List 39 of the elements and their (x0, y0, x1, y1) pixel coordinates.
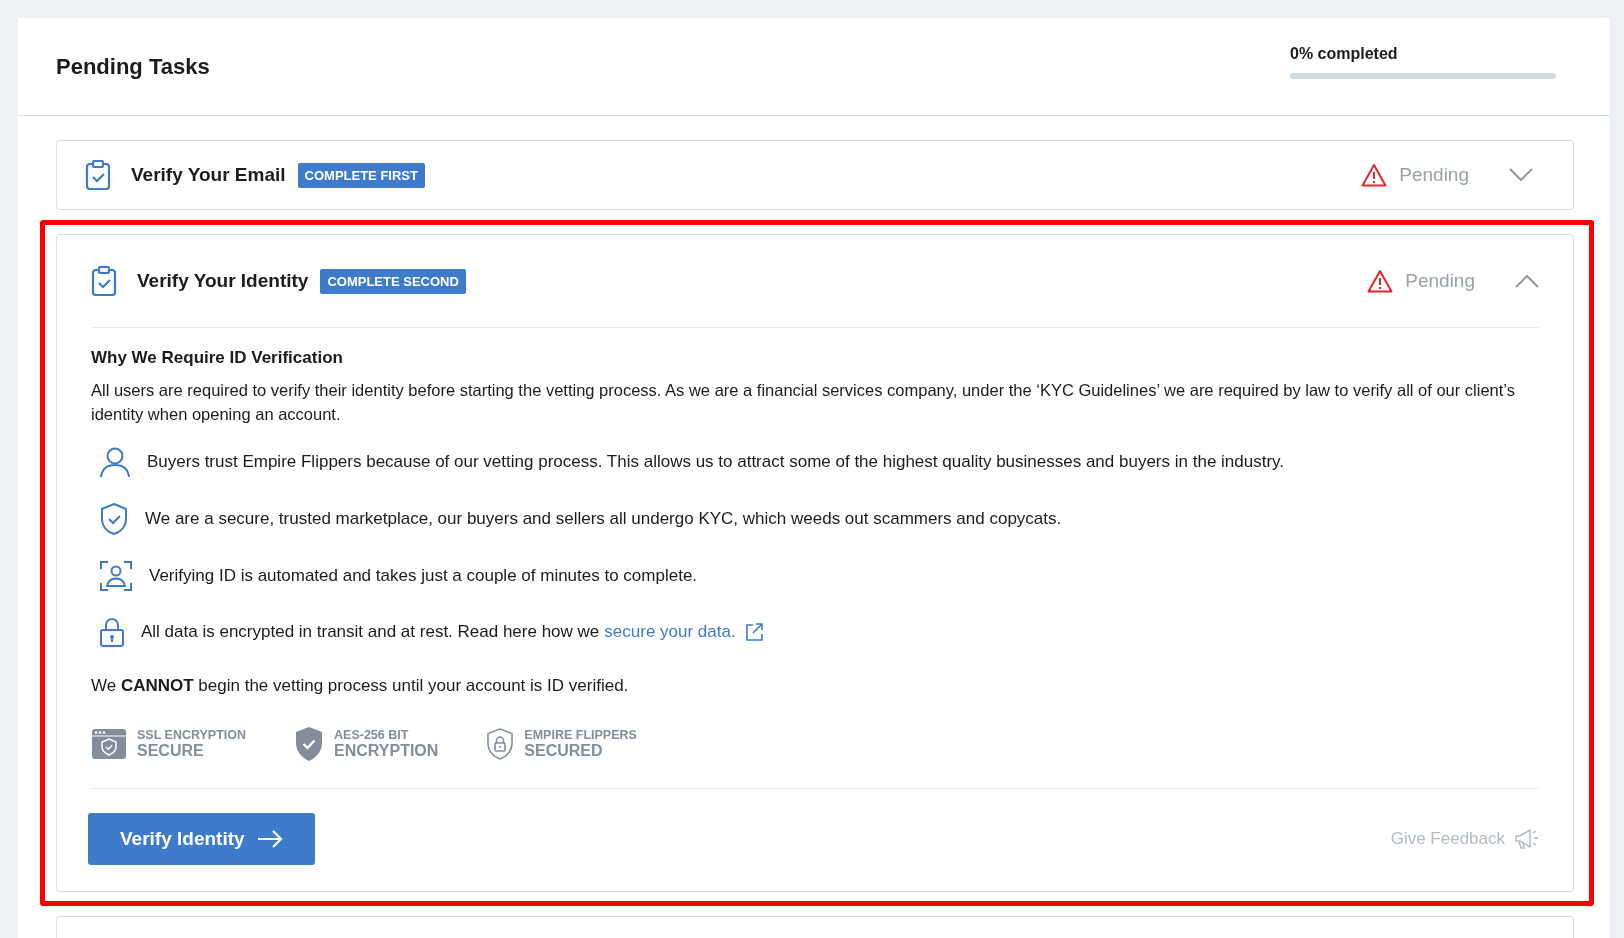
seal-title: ENCRYPTION (334, 742, 439, 760)
clipboard-check-icon (85, 160, 111, 190)
megaphone-icon (1513, 827, 1539, 851)
arrow-right-icon (256, 830, 283, 848)
task-badge: COMPLETE SECOND (320, 268, 466, 294)
point-text: We are a secure, trusted marketplace, our buyers and sellers all undergo KYC, which weeds out scammers and copycats. (145, 509, 1062, 529)
padlock-icon (99, 616, 125, 648)
seal-label: EMPIRE FLIPPERS (524, 728, 637, 742)
seal-label: SSL ENCRYPTION (137, 728, 247, 742)
external-link-icon (743, 622, 764, 642)
chevron-up-icon[interactable] (1515, 274, 1539, 288)
seal-label: AES-256 BIT (334, 728, 410, 742)
task-title: Verify Your Identity (137, 270, 309, 292)
status-label: Pending (1399, 164, 1469, 186)
shield-check-icon (294, 726, 325, 762)
shield-check-icon (99, 502, 129, 536)
clipboard-check-icon (91, 266, 117, 296)
point-text: All data is encrypted in transit and at rest. Read here how we secure your data. (141, 622, 764, 642)
chevron-down-icon[interactable] (1509, 168, 1533, 182)
face-scan-icon (99, 560, 133, 592)
status-label: Pending (1405, 270, 1475, 292)
point-text: Verifying ID is automated and takes just a couple of minutes to complete. (149, 566, 698, 586)
notice-text: We CANNOT begin the vetting process until your account is ID verified. (91, 676, 630, 696)
task-title: Verify Your Email (131, 164, 286, 186)
seal-title: SECURED (524, 742, 604, 760)
task-badge: COMPLETE FIRST (297, 162, 425, 188)
progress-label: 0% completed (1290, 44, 1399, 63)
warning-icon (1367, 269, 1394, 293)
point-text: Buyers trust Empire Flippers because of our vetting process. This allows us to attract some of the highest quality businesses and buyers in the industry. (147, 452, 1285, 472)
person-icon (99, 446, 131, 478)
intro-paragraph: All users are required to verify their identity before starting the vetting process. As we are a financial services company, under the ‘KYC Guidelines’ we are required by law to verify all of our client’s identity when opening an account. (91, 380, 1516, 425)
section-heading: Why We Require ID Verification (91, 348, 344, 368)
browser-shield-icon (91, 728, 127, 760)
page-title: Pending Tasks (56, 53, 210, 80)
warning-icon (1361, 163, 1388, 187)
seal-title: SECURE (137, 742, 205, 760)
shield-lock-icon (486, 728, 515, 760)
link[interactable]: secure your data. (604, 622, 736, 642)
verify-button[interactable]: Verify Identity (88, 813, 315, 865)
